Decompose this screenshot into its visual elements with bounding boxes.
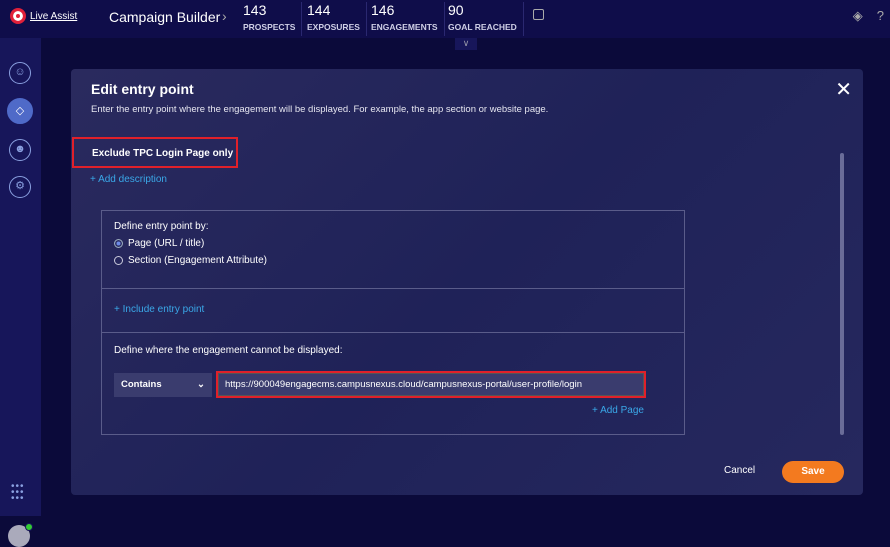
scrollbar[interactable] <box>840 153 844 435</box>
stat-label: ENGAGEMENTS <box>371 22 438 32</box>
stat-value: 90 <box>448 2 464 18</box>
include-entry-point-link[interactable]: + Include entry point <box>102 289 684 333</box>
stat-label: EXPOSURES <box>307 22 360 32</box>
info-icon[interactable] <box>533 9 544 20</box>
stat-label: PROSPECTS <box>243 22 296 32</box>
radio-section[interactable]: Section (Engagement Attribute) <box>114 255 672 266</box>
radio-unselected-icon[interactable] <box>114 256 123 265</box>
user-icon[interactable]: ☻ <box>9 139 31 161</box>
tag-icon[interactable]: ◇ <box>7 98 33 124</box>
stat-value: 144 <box>307 2 331 18</box>
stat-value: 143 <box>243 2 267 18</box>
sidebar: ☺ ◇ ☻ ⚙ ••• ••• ••• <box>0 38 41 547</box>
avatar[interactable] <box>8 523 33 547</box>
layers-icon[interactable]: ◈ <box>853 8 863 24</box>
dialog-title: Edit entry point <box>91 81 194 97</box>
entry-point-panel: Define entry point by: Page (URL / title… <box>101 210 685 435</box>
url-input[interactable]: https://900049engagecms.campusnexus.clou… <box>216 371 646 398</box>
match-type-select[interactable]: Contains ⌄ <box>114 373 212 397</box>
bot-user-icon[interactable]: ☺ <box>9 62 31 84</box>
entry-point-name[interactable]: Exclude TPC Login Page only <box>72 137 238 168</box>
chevron-right-icon[interactable]: › <box>222 8 227 24</box>
radio-label: Section (Engagement Attribute) <box>128 255 267 266</box>
edit-entry-point-dialog: ✕ Edit entry point Enter the entry point… <box>71 69 863 495</box>
add-description-link[interactable]: + Add description <box>90 174 167 185</box>
stat-exposures: 144 EXPOSURES <box>307 2 367 36</box>
logo: Live Assist <box>10 8 77 24</box>
robot-icon[interactable]: ⚙ <box>9 176 31 198</box>
logo-icon <box>10 8 26 24</box>
expand-chevron-icon[interactable]: ∨ <box>455 38 477 50</box>
stat-goal-reached: 90 GOAL REACHED <box>448 2 524 36</box>
close-icon[interactable]: ✕ <box>835 77 852 102</box>
help-icon[interactable]: ? <box>877 8 884 24</box>
define-by-label: Define entry point by: <box>114 221 209 232</box>
dialog-description: Enter the entry point where the engageme… <box>91 104 549 115</box>
stat-engagements: 146 ENGAGEMENTS <box>371 2 445 36</box>
chevron-down-icon: ⌄ <box>197 379 205 390</box>
stat-prospects: 143 PROSPECTS <box>243 2 303 36</box>
page-title: Campaign Builder <box>109 9 221 25</box>
add-page-link[interactable]: + Add Page <box>114 405 672 416</box>
online-status-icon <box>25 523 33 531</box>
exclude-label: Define where the engagement cannot be di… <box>114 345 343 356</box>
logo-text: Live Assist <box>30 10 78 22</box>
stat-label: GOAL REACHED <box>448 22 517 32</box>
match-type-value: Contains <box>121 379 162 390</box>
radio-label: Page (URL / title) <box>128 238 205 249</box>
apps-grid-icon[interactable]: ••• ••• ••• <box>11 482 25 504</box>
top-bar: Live Assist Campaign Builder › 143 PROSPE… <box>0 0 890 38</box>
radio-selected-icon[interactable] <box>114 239 123 248</box>
save-button[interactable]: Save <box>782 461 844 483</box>
radio-page[interactable]: Page (URL / title) <box>114 238 672 249</box>
cancel-button[interactable]: Cancel <box>724 465 755 476</box>
stat-value: 146 <box>371 2 395 18</box>
